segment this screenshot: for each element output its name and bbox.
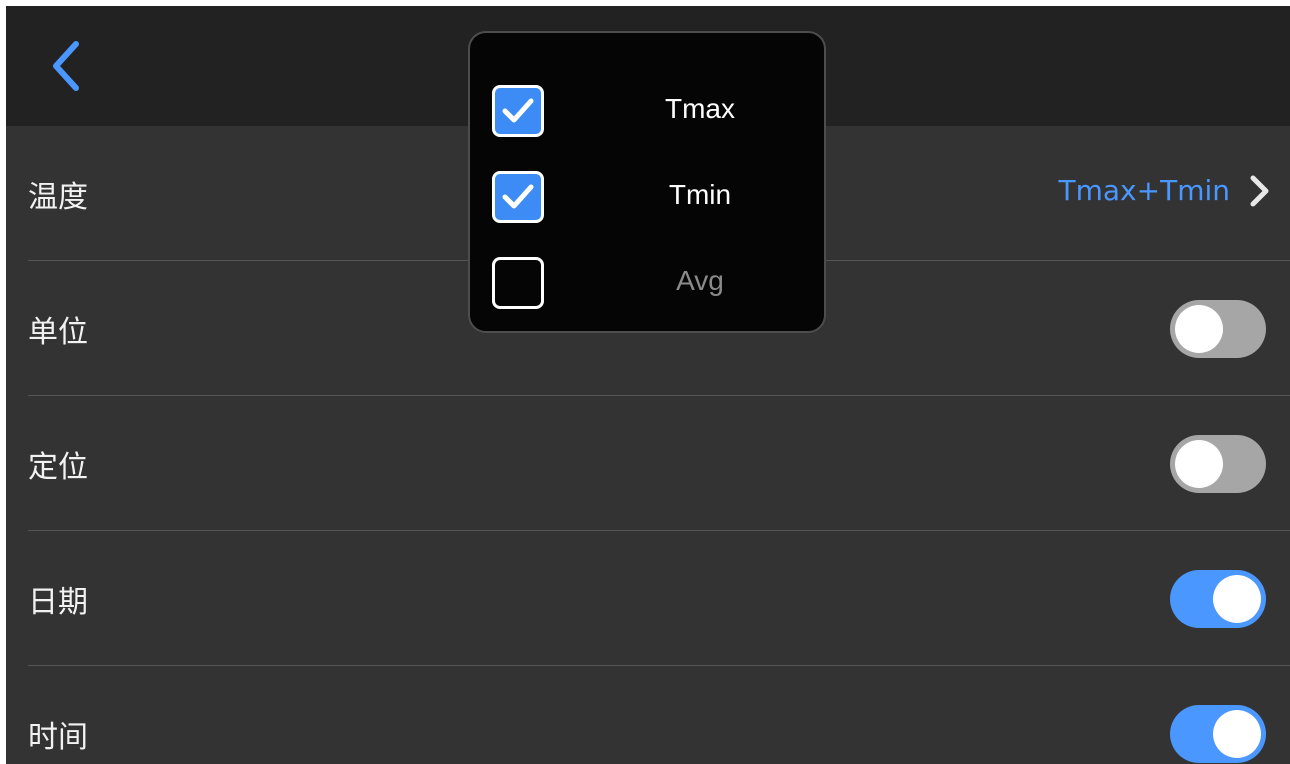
settings-row-date: 日期 — [6, 531, 1290, 666]
row-label: 时间 — [28, 720, 88, 755]
option-tmin[interactable]: Tmin — [470, 157, 824, 237]
option-label: Avg — [676, 265, 724, 296]
option-label: Tmin — [668, 179, 732, 210]
option-label: Tmax — [665, 93, 735, 124]
row-label: 温度 — [28, 180, 88, 215]
check-icon — [502, 184, 534, 209]
row-label: 单位 — [28, 315, 88, 350]
settings-row-time: 时间 — [6, 666, 1290, 764]
settings-row-location: 定位 — [6, 396, 1290, 531]
option-avg[interactable]: Avg — [470, 243, 824, 323]
toggle-knob — [1175, 440, 1223, 488]
temperature-value: Tmax+Tmin — [1058, 174, 1230, 207]
check-icon — [502, 98, 534, 123]
date-toggle[interactable] — [1170, 570, 1266, 628]
toggle-knob — [1175, 305, 1223, 353]
checkbox-avg[interactable] — [492, 257, 544, 309]
toggle-knob — [1213, 575, 1261, 623]
settings-screen: 图像标记 温度 Tmax+Tmin 单位 定位 日期 时间 — [6, 6, 1290, 764]
location-toggle[interactable] — [1170, 435, 1266, 493]
toggle-knob — [1213, 710, 1261, 758]
chevron-right-icon — [1250, 175, 1269, 207]
option-tmax[interactable]: Tmax — [470, 71, 824, 151]
row-label: 定位 — [28, 450, 88, 485]
checkbox-tmax[interactable] — [492, 85, 544, 137]
time-toggle[interactable] — [1170, 705, 1266, 763]
unit-toggle[interactable] — [1170, 300, 1266, 358]
row-label: 日期 — [28, 585, 88, 620]
temperature-options-popup: Tmax Tmin Avg — [468, 31, 826, 333]
checkbox-tmin[interactable] — [492, 171, 544, 223]
